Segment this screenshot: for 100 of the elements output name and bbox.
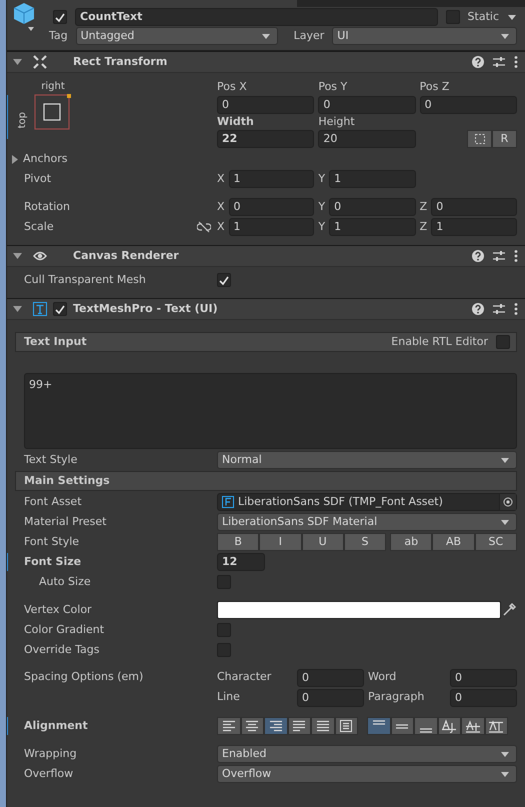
number-field[interactable]: 1	[329, 218, 416, 236]
number-field[interactable]: 1	[329, 170, 416, 188]
field-label: Rotation	[24, 198, 70, 215]
settings-icon[interactable]	[492, 55, 506, 69]
font-style-toggle[interactable]: S	[344, 533, 386, 551]
axis-label: Y	[318, 218, 326, 235]
font-style-toggle[interactable]: U	[302, 533, 344, 551]
checkbox[interactable]	[496, 335, 510, 349]
font-style-toggle[interactable]: I	[259, 533, 302, 551]
anchor-preset-button[interactable]	[34, 94, 72, 132]
dropdown[interactable]: LiberationSans SDF Material	[217, 513, 517, 531]
number-field[interactable]: 0	[217, 96, 314, 114]
font-style-toggle[interactable]: AB	[432, 533, 475, 551]
number-field[interactable]: 0	[329, 198, 416, 216]
color-swatch[interactable]	[217, 601, 501, 619]
field-label: Width	[217, 114, 254, 130]
help-icon[interactable]	[471, 302, 485, 316]
unlink-icon[interactable]	[197, 221, 211, 233]
number-field[interactable]: 0	[297, 669, 364, 687]
font-style-toggle[interactable]: B	[217, 533, 260, 551]
number-field[interactable]: 1	[228, 218, 314, 236]
number-field[interactable]: 0	[318, 96, 416, 114]
checkbox[interactable]	[217, 273, 231, 287]
axis-label: Z	[420, 198, 428, 215]
alignment-left-button[interactable]	[217, 717, 240, 735]
eyedropper-icon[interactable]	[501, 602, 517, 618]
settings-icon[interactable]	[492, 302, 506, 316]
align-capline-icon	[489, 719, 504, 733]
checkbox[interactable]	[217, 623, 231, 637]
number-field[interactable]: 0	[450, 669, 517, 687]
section-title: Main Settings	[24, 472, 110, 489]
help-icon[interactable]	[471, 55, 485, 69]
more-icon[interactable]	[513, 55, 519, 69]
axis-label: Y	[318, 170, 326, 187]
field-label: Alignment	[24, 718, 88, 734]
number-field[interactable]: 1	[431, 218, 517, 236]
cube-icon[interactable]	[11, 1, 37, 33]
help-icon[interactable]	[471, 249, 485, 263]
align-center-icon	[245, 719, 260, 733]
number-field[interactable]: 0	[228, 198, 314, 216]
layer-dropdown[interactable]: UI	[332, 27, 517, 45]
field-label: Vertex Color	[24, 602, 92, 618]
caret-icon	[500, 518, 510, 526]
field-label: Color Gradient	[24, 622, 104, 638]
alignment-midline-button[interactable]	[461, 717, 484, 735]
field-label: Scale	[24, 218, 54, 235]
field-label: Spacing Options (em)	[24, 669, 144, 685]
field-label: Font Style	[24, 534, 80, 550]
field-label: Pos Z	[420, 79, 450, 95]
settings-icon[interactable]	[492, 249, 506, 263]
alignment-middle-button[interactable]	[390, 717, 414, 735]
alignment-top-button[interactable]	[367, 717, 390, 735]
checkbox[interactable]	[217, 643, 231, 657]
align-middle-icon	[395, 724, 410, 728]
object-picker-button[interactable]	[499, 494, 516, 510]
number-field[interactable]: 0	[297, 689, 364, 707]
alignment-geometry-button[interactable]	[334, 717, 358, 735]
checkbox[interactable]	[217, 575, 231, 589]
number-field[interactable]: 1	[228, 170, 314, 188]
alignment-baseline-button[interactable]	[438, 717, 461, 735]
text-icon	[33, 302, 47, 316]
field-label: Auto Size	[38, 574, 91, 590]
number-field[interactable]: 0	[420, 96, 517, 114]
enabled-checkbox[interactable]	[53, 302, 67, 316]
more-icon[interactable]	[513, 302, 519, 316]
name-field[interactable]: CountText	[75, 8, 438, 26]
field-label: Character	[217, 669, 272, 685]
text-input-area[interactable]: 99+	[24, 373, 517, 449]
number-field[interactable]: 0	[431, 198, 517, 216]
axis-label: Y	[318, 198, 326, 215]
raw-edit-button[interactable]: R	[492, 130, 517, 148]
object-field[interactable]: LiberationSans SDF (TMP_Font Asset)	[217, 493, 517, 511]
number-field[interactable]: 22	[217, 130, 314, 148]
anchors-foldout[interactable]: Anchors	[7, 150, 68, 168]
number-field[interactable]: 20	[318, 130, 416, 148]
alignment-bottom-button[interactable]	[414, 717, 438, 735]
dropdown[interactable]: Enabled	[217, 745, 517, 763]
alignment-right-button[interactable]	[264, 717, 288, 735]
dropdown[interactable]: Normal	[217, 451, 517, 469]
anchor-label: top	[16, 112, 29, 129]
component-title: TextMeshPro - Text (UI)	[73, 300, 218, 317]
alignment-flush-button[interactable]	[311, 717, 334, 735]
more-icon[interactable]	[513, 249, 519, 263]
number-field[interactable]: 0	[450, 689, 517, 707]
font-style-toggle[interactable]: SC	[474, 533, 517, 551]
blueprint-mode-button[interactable]	[467, 130, 492, 148]
font-style-toggle[interactable]: ab	[390, 533, 432, 551]
alignment-capline-button[interactable]	[484, 717, 508, 735]
tag-dropdown[interactable]: Untagged	[76, 27, 278, 45]
align-flush-icon	[316, 719, 330, 733]
static-checkbox[interactable]	[446, 10, 460, 24]
component-title: Rect Transform	[73, 54, 168, 70]
alignment-justified-button[interactable]	[288, 717, 311, 735]
active-checkbox[interactable]	[53, 10, 67, 24]
alignment-center-button[interactable]	[240, 717, 264, 735]
dropdown[interactable]: Overflow	[217, 765, 517, 783]
section-title: Text Input	[24, 334, 87, 350]
number-field[interactable]: 12	[217, 553, 265, 571]
font-asset-icon	[222, 496, 234, 508]
static-label: Static	[468, 8, 499, 25]
